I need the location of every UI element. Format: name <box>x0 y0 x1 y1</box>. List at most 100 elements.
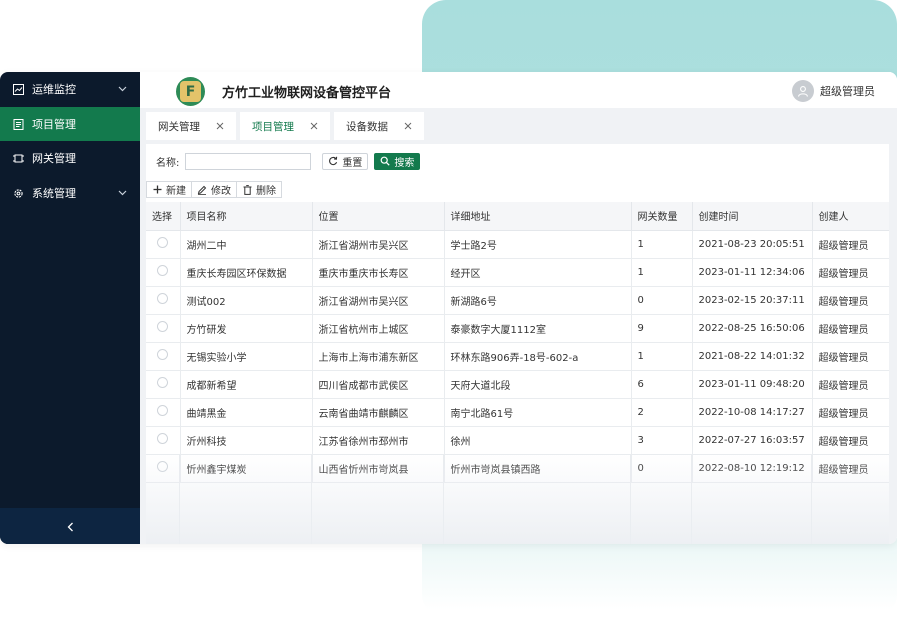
search-button[interactable]: 搜索 <box>374 152 421 170</box>
row-select-radio[interactable] <box>157 377 168 388</box>
row-select-radio[interactable] <box>157 349 168 360</box>
new-button[interactable]: 新建 <box>146 181 192 198</box>
close-icon[interactable] <box>310 122 318 130</box>
delete-label: 删除 <box>256 186 276 197</box>
close-icon[interactable] <box>216 122 224 130</box>
tab-gateway-management[interactable]: 网关管理 <box>146 112 236 140</box>
search-label-text: 搜索 <box>394 157 415 169</box>
column-header[interactable]: 创建人 <box>812 202 889 231</box>
cell-creator: 超级管理员 <box>812 370 889 399</box>
gateway-icon <box>12 152 24 164</box>
cell-created-time: 2022-10-08 14:17:27 <box>692 398 813 427</box>
table-row[interactable]: 湖州二中 浙江省湖州市吴兴区 学士路2号 1 2021-08-23 20:05:… <box>146 230 889 259</box>
gear-icon <box>12 187 24 199</box>
cell-location: 重庆市重庆市长寿区 <box>312 258 445 287</box>
document-icon <box>12 118 24 130</box>
pencil-icon <box>197 185 207 195</box>
cell-address: 环林东路906弄-18号-602-a <box>444 342 632 371</box>
cell-location: 云南省曲靖市麒麟区 <box>312 398 445 427</box>
cell-project-name: 湖州二中 <box>180 230 313 259</box>
edit-button[interactable]: 修改 <box>192 181 237 198</box>
sidebar-item-ops-monitor[interactable]: 运维监控 <box>0 72 140 106</box>
cell-project-name: 曲靖黑金 <box>180 398 313 427</box>
cell-location: 浙江省湖州市吴兴区 <box>312 286 445 315</box>
tab-bar: 网关管理 项目管理 设备数据 <box>146 112 428 140</box>
table-empty-area <box>146 454 889 544</box>
app-window: 运维监控 项目管理 网关管理 系统管理 F 方竹工业物联网设备管控平台 超级管理… <box>0 72 897 544</box>
column-header[interactable]: 详细地址 <box>444 202 632 231</box>
edit-label: 修改 <box>211 186 231 197</box>
cell-gateway-count: 0 <box>631 286 693 315</box>
user-icon <box>797 86 809 97</box>
cell-created-time: 2023-01-11 09:48:20 <box>692 370 813 399</box>
cell-location: 四川省成都市武侯区 <box>312 370 445 399</box>
cell-address: 学士路2号 <box>444 230 632 259</box>
column-header[interactable]: 网关数量 <box>631 202 693 231</box>
cell-creator: 超级管理员 <box>812 314 889 343</box>
row-select-radio[interactable] <box>157 237 168 248</box>
reset-label: 重置 <box>342 157 363 169</box>
cell-creator: 超级管理员 <box>812 286 889 315</box>
table-row[interactable]: 重庆长寿园区环保数据 重庆市重庆市长寿区 经开区 1 2023-01-11 12… <box>146 258 889 287</box>
cell-location: 浙江省湖州市吴兴区 <box>312 230 445 259</box>
app-title: 方竹工业物联网设备管控平台 <box>222 86 392 101</box>
sidebar-item-label: 运维监控 <box>32 83 76 96</box>
tab-label: 网关管理 <box>158 120 200 133</box>
column-header[interactable]: 项目名称 <box>180 202 313 231</box>
table-row[interactable]: 曲靖黑金 云南省曲靖市麒麟区 南宁北路61号 2 2022-10-08 14:1… <box>146 398 889 427</box>
tab-project-management[interactable]: 项目管理 <box>240 112 330 140</box>
cell-location: 上海市上海市浦东新区 <box>312 342 445 371</box>
top-header: F 方竹工业物联网设备管控平台 超级管理员 <box>140 72 897 108</box>
cell-creator: 超级管理员 <box>812 426 889 455</box>
delete-button[interactable]: 删除 <box>237 181 282 198</box>
cell-address: 天府大道北段 <box>444 370 632 399</box>
avatar[interactable] <box>792 80 814 102</box>
table-area: 新建 修改 删除 选择 项目名称 位置 详细地址 网关数量 创建时间 创建人 湖… <box>146 178 889 544</box>
sidebar: 运维监控 项目管理 网关管理 系统管理 <box>0 72 140 544</box>
column-header[interactable]: 创建时间 <box>692 202 813 231</box>
tab-device-data[interactable]: 设备数据 <box>334 112 424 140</box>
cell-created-time: 2021-08-23 20:05:51 <box>692 230 813 259</box>
row-select-radio[interactable] <box>157 293 168 304</box>
search-bar: 名称: 重置 搜索 <box>146 144 889 178</box>
search-label: 名称: <box>156 157 180 169</box>
cell-created-time: 2022-08-25 16:50:06 <box>692 314 813 343</box>
table-row[interactable]: 无锡实验小学 上海市上海市浦东新区 环林东路906弄-18号-602-a 1 2… <box>146 342 889 371</box>
reset-button[interactable]: 重置 <box>322 152 369 170</box>
new-label: 新建 <box>166 186 186 197</box>
cell-gateway-count: 6 <box>631 370 693 399</box>
cell-project-name: 重庆长寿园区环保数据 <box>180 258 313 287</box>
close-icon[interactable] <box>404 122 412 130</box>
search-input[interactable] <box>185 152 312 170</box>
cell-gateway-count: 1 <box>631 258 693 287</box>
sidebar-item-project-management[interactable]: 项目管理 <box>0 107 140 141</box>
user-name[interactable]: 超级管理员 <box>820 83 875 99</box>
trash-icon <box>242 184 252 195</box>
table-row[interactable]: 沂州科技 江苏省徐州市邳州市 徐州 3 2022-07-27 16:03:57 … <box>146 426 889 455</box>
table-row[interactable]: 成都新希望 四川省成都市武侯区 天府大道北段 6 2023-01-11 09:4… <box>146 370 889 399</box>
row-select-radio[interactable] <box>157 405 168 416</box>
cell-created-time: 2021-08-22 14:01:32 <box>692 342 813 371</box>
sidebar-item-system-management[interactable]: 系统管理 <box>0 176 140 210</box>
search-icon <box>380 156 391 166</box>
row-select-radio[interactable] <box>157 265 168 276</box>
cell-address: 经开区 <box>444 258 632 287</box>
sidebar-item-label: 项目管理 <box>32 118 76 131</box>
table-header-row: 选择 项目名称 位置 详细地址 网关数量 创建时间 创建人 <box>146 202 889 231</box>
table-row[interactable]: 测试002 浙江省湖州市吴兴区 新湖路6号 0 2023-02-15 20:37… <box>146 286 889 315</box>
tab-label: 项目管理 <box>252 120 294 133</box>
column-header[interactable]: 位置 <box>312 202 445 231</box>
sidebar-collapse-button[interactable] <box>0 508 140 544</box>
cell-location: 浙江省杭州市上城区 <box>312 314 445 343</box>
sidebar-item-gateway-management[interactable]: 网关管理 <box>0 141 140 175</box>
chevron-down-icon <box>117 84 127 94</box>
sidebar-item-label: 系统管理 <box>32 187 76 200</box>
row-select-radio[interactable] <box>157 433 168 444</box>
sidebar-item-label: 网关管理 <box>32 152 76 165</box>
row-select-radio[interactable] <box>157 321 168 332</box>
table-row[interactable]: 方竹研发 浙江省杭州市上城区 泰豪数字大厦1112室 9 2022-08-25 … <box>146 314 889 343</box>
chevron-down-icon <box>117 188 127 198</box>
cell-created-time: 2022-07-27 16:03:57 <box>692 426 813 455</box>
column-header: 选择 <box>146 202 181 231</box>
cell-creator: 超级管理员 <box>812 230 889 259</box>
